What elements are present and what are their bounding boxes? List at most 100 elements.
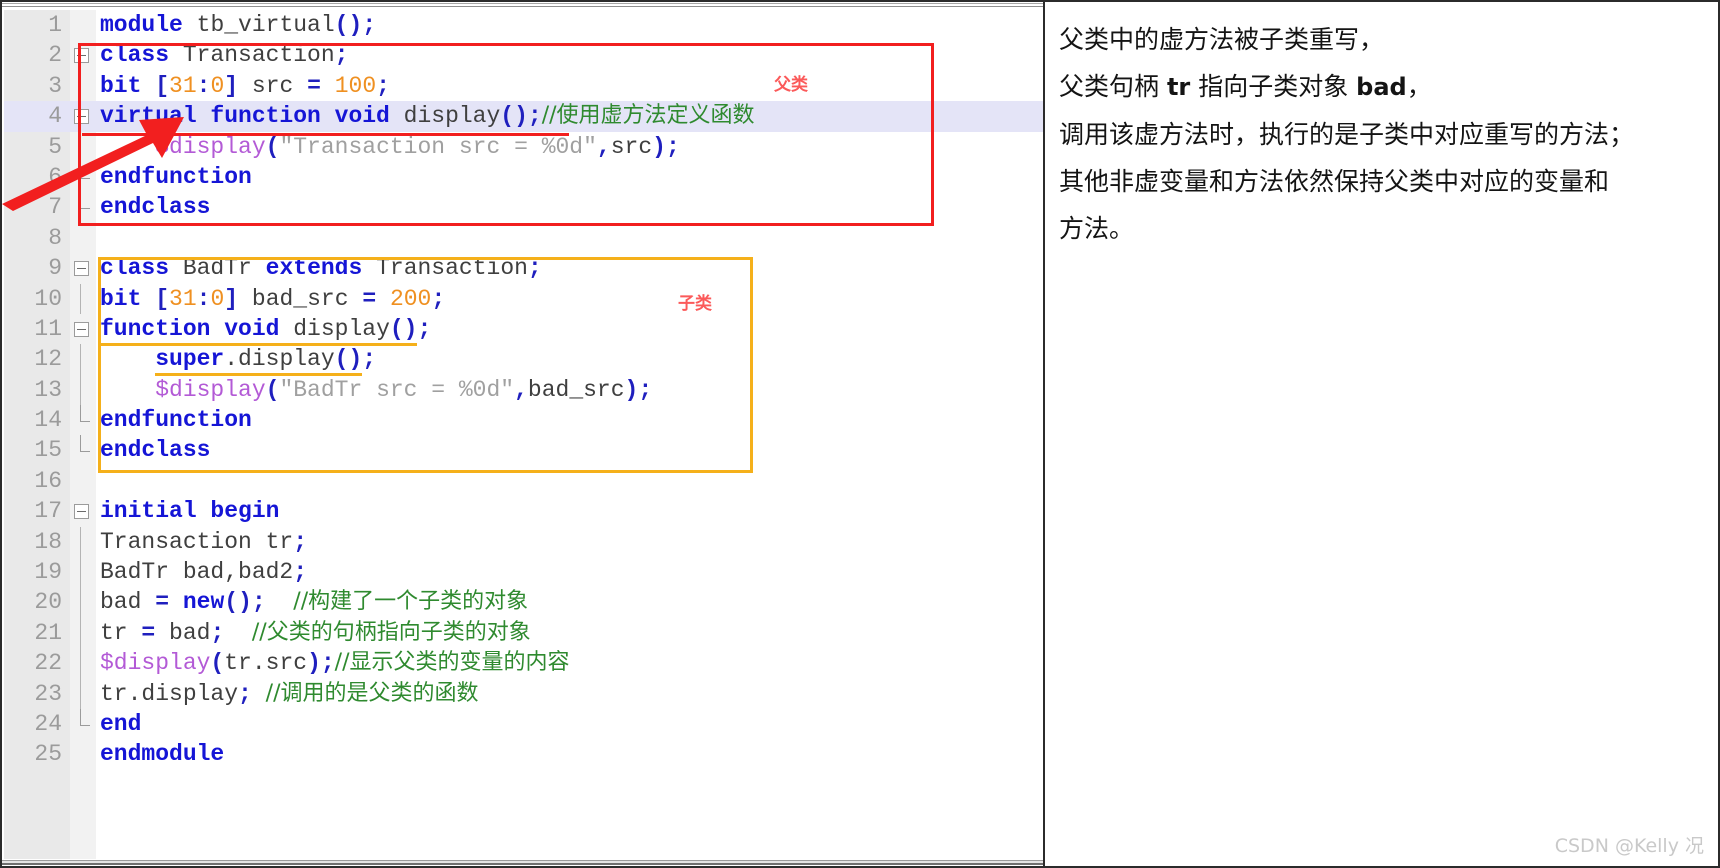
code-line[interactable]: 8 — [4, 223, 1043, 253]
line-number: 6 — [48, 163, 62, 190]
fold-guide-line — [80, 557, 81, 588]
line-code: BadTr bad,bad2; — [100, 559, 308, 586]
fold-guide-line — [80, 70, 81, 102]
line-number: 18 — [34, 528, 62, 555]
line-number: 12 — [34, 346, 62, 373]
line-code: $display(tr.src);//显示父类的变量的内容 — [100, 650, 570, 677]
fold-guide-line — [80, 526, 81, 558]
line-number: 10 — [34, 285, 62, 312]
code-line[interactable]: 11 function void display(); — [4, 314, 1043, 346]
line-code: super.display(); — [100, 344, 376, 377]
code-line[interactable]: 22 $display(tr.src);//显示父类的变量的内容 — [4, 648, 1043, 679]
fold-guide-line — [80, 344, 81, 375]
fold-toggle-icon[interactable] — [74, 109, 89, 125]
code-line[interactable]: 13 $display("BadTr src = %0d",bad_src); — [4, 374, 1043, 406]
line-code: tr = bad; //父类的句柄指向子类的对象 — [100, 619, 531, 646]
note-line: 调用该虚方法时，执行的是子类中对应重写的方法； — [1059, 120, 1635, 149]
fold-guide-line — [80, 678, 81, 709]
line-number: 2 — [48, 42, 62, 69]
code-line[interactable]: 21 tr = bad; //父类的句柄指向子类的对象 — [4, 617, 1043, 649]
code-line[interactable]: 1 module tb_virtual(); — [4, 10, 1043, 40]
code-line[interactable]: 16 — [4, 466, 1043, 496]
line-number: 17 — [34, 498, 62, 525]
line-code: class BadTr extends Transaction; — [100, 255, 542, 282]
line-code: Transaction tr; — [100, 528, 308, 555]
line-code: endfunction — [100, 407, 252, 434]
line-code: class Transaction; — [100, 42, 349, 69]
code-line[interactable]: 18 Transaction tr; — [4, 526, 1043, 558]
notes-panel: 父类中的虚方法被子类重写， 父类句柄 tr 指向子类对象 bad， 调用该虚方法… — [1043, 0, 1720, 868]
line-number: 11 — [34, 315, 62, 342]
code-line[interactable]: 12 super.display(); — [4, 344, 1043, 377]
line-number: 19 — [34, 559, 62, 586]
code-line-highlighted[interactable]: 4 virtual function void display();//使用虚方… — [4, 101, 1043, 132]
fold-toggle-icon[interactable] — [74, 321, 89, 337]
code-line[interactable]: 5 $display("Transaction src = %0d",src); — [4, 131, 1043, 162]
fold-end-marker — [80, 161, 90, 179]
line-code: $display("Transaction src = %0d",src); — [155, 133, 680, 160]
line-number: 21 — [34, 619, 62, 646]
code-line[interactable]: 7 endclass — [4, 192, 1043, 222]
fold-toggle-icon[interactable] — [74, 48, 89, 64]
editor-top-divider — [2, 2, 1043, 8]
line-number: 4 — [48, 103, 62, 130]
line-number: 16 — [34, 467, 62, 494]
code-line[interactable]: 3 bit [31:0] src = 100; — [4, 70, 1043, 102]
code-line[interactable]: 9 class BadTr extends Transaction; — [4, 253, 1043, 283]
line-code: $display("BadTr src = %0d",bad_src); — [155, 376, 653, 403]
line-number: 23 — [34, 680, 62, 707]
line-code: initial begin — [100, 498, 280, 525]
fold-end-marker — [80, 405, 90, 423]
code-editor-panel[interactable]: 1 module tb_virtual(); 2 class Transacti… — [0, 0, 1043, 868]
fold-end-marker — [80, 435, 90, 453]
fold-guide-line — [80, 587, 81, 618]
line-number: 5 — [48, 133, 62, 160]
line-number: 24 — [34, 710, 62, 737]
line-number: 7 — [48, 194, 62, 221]
code-line[interactable]: 15 endclass — [4, 435, 1043, 465]
note-line: 方法。 — [1059, 214, 1135, 243]
code-line[interactable]: 25 endmodule — [4, 739, 1043, 769]
code-line[interactable]: 2 class Transaction; — [4, 40, 1043, 70]
fold-toggle-icon[interactable] — [74, 504, 89, 520]
screenshot-root: 1 module tb_virtual(); 2 class Transacti… — [0, 0, 1720, 868]
note-inline-code: bad — [1356, 73, 1407, 101]
fold-toggle-icon[interactable] — [74, 261, 89, 277]
line-number: 3 — [48, 72, 62, 99]
fold-guide-line — [80, 374, 81, 406]
code-line[interactable]: 6 endfunction — [4, 161, 1043, 192]
line-number: 13 — [34, 376, 62, 403]
editor-bottom-divider — [2, 859, 1043, 866]
virtual-method-underline — [82, 133, 569, 136]
watermark: CSDN @Kelly 况 — [1554, 835, 1704, 857]
fold-guide-line — [80, 131, 81, 162]
code-line[interactable]: 10 bit [31:0] bad_src = 200; — [4, 283, 1043, 314]
line-code: virtual function void display();//使用虚方法定… — [100, 103, 755, 130]
line-number: 25 — [34, 741, 62, 768]
note-line: 父类中的虚方法被子类重写， — [1059, 25, 1385, 54]
note-inline-code: tr — [1166, 73, 1191, 101]
line-number: 1 — [48, 12, 62, 38]
code-line[interactable]: 17 initial begin — [4, 496, 1043, 526]
code-line[interactable]: 14 endfunction — [4, 405, 1043, 435]
line-code: endfunction — [100, 163, 252, 190]
line-number: 9 — [48, 255, 62, 282]
fold-guide-line — [80, 617, 81, 649]
child-class-label: 子类 — [678, 294, 712, 314]
parent-class-label: 父类 — [774, 75, 808, 95]
code-line[interactable]: 23 tr.display; //调用的是父类的函数 — [4, 678, 1043, 709]
code-content[interactable]: 1 module tb_virtual(); 2 class Transacti… — [4, 10, 1043, 858]
line-code: endclass — [100, 437, 211, 464]
line-code: bit [31:0] src = 100; — [100, 72, 390, 99]
line-code: endmodule — [100, 741, 225, 768]
line-number: 14 — [34, 407, 62, 434]
fold-end-marker — [80, 192, 90, 210]
line-number: 22 — [34, 650, 62, 677]
code-line[interactable]: 24 end — [4, 708, 1043, 739]
line-number: 8 — [48, 224, 62, 251]
code-line[interactable]: 19 BadTr bad,bad2; — [4, 557, 1043, 588]
code-line[interactable]: 20 bad = new(); //构建了一个子类的对象 — [4, 587, 1043, 618]
line-number: 15 — [34, 437, 62, 464]
line-code: end — [100, 710, 142, 737]
line-code: module tb_virtual(); — [100, 12, 377, 38]
